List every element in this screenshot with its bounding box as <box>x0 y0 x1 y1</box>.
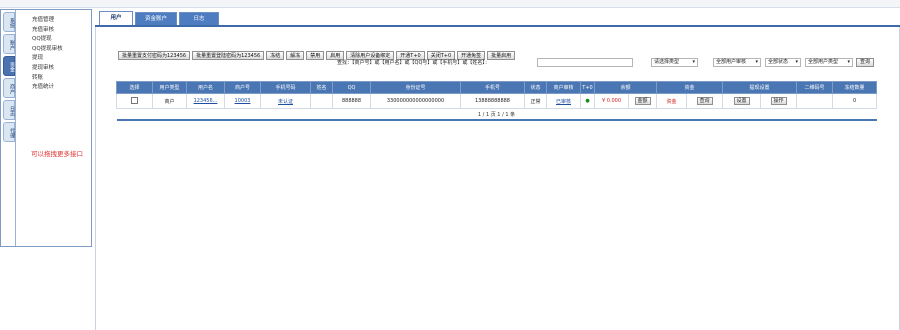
vtab-agent[interactable]: 代理 <box>3 122 15 142</box>
vtab-log[interactable]: 日志 <box>3 100 15 120</box>
status-cell: 正常 <box>524 93 547 109</box>
type-select[interactable]: 请选择类型 ▾ <box>651 58 698 67</box>
balance-button[interactable]: 金额 <box>634 97 651 105</box>
top-strip <box>0 0 900 8</box>
col-header: 提现设置 <box>722 81 798 94</box>
audit-select[interactable]: 全部用户审核 ▾ <box>713 58 761 67</box>
withdraw-operate-cell[interactable]: 操作 <box>760 93 798 109</box>
col-header: 商户号 <box>224 81 261 94</box>
left-menu: 充值管理 充值审核 QQ提现 QQ提现审核 提现 提现审核 转账 充值统计 <box>32 16 63 93</box>
search-label: 查找：【商户号】或【用户名】或【QQ号】或【手机号】或【姓名】： <box>337 60 490 66</box>
audit-link[interactable]: 已审核 <box>556 99 571 105</box>
id-number-cell: 330000000000000000 <box>370 93 461 109</box>
username-link[interactable]: 123456... <box>194 98 218 104</box>
col-header: 冻结数量 <box>832 81 878 94</box>
frozen-count-cell: 0 <box>832 93 878 109</box>
col-header: 用户类型 <box>152 81 187 94</box>
menu-item[interactable]: 充值管理 <box>32 16 63 26</box>
search-input[interactable] <box>537 58 633 67</box>
tab-bar: 用户 资金账户 日志 <box>95 9 900 27</box>
qq-cell: 888888 <box>332 93 371 109</box>
left-separator <box>15 10 16 246</box>
col-header: QQ <box>332 81 371 94</box>
withdraw-setting-cell[interactable]: 设置 <box>722 93 762 109</box>
drag-hint: 可以拖拽更多接口 <box>31 150 83 158</box>
col-header: 身份证号 <box>370 81 461 94</box>
col-header: 手机号 <box>460 81 525 94</box>
funds-action-cell[interactable]: 查询 <box>686 93 724 109</box>
user-type-cell: 商户 <box>152 93 187 109</box>
pager-text: 1 / 1 页 1 / 1 条 <box>116 108 877 121</box>
select-cell[interactable] <box>116 93 153 109</box>
col-header: 商户审核 <box>546 81 581 94</box>
vtab-funds[interactable]: 资金 <box>3 56 15 76</box>
phone-status-cell[interactable]: 未认证 <box>260 93 311 109</box>
col-header: 状态 <box>524 81 547 94</box>
col-header: 余额 <box>593 81 658 94</box>
content-panel: 批量重置支付密码为123456 批量重置登陆密码为123456 冻结 解冻 禁用 启用 清除… <box>95 27 900 330</box>
menu-item[interactable]: 充值审核 <box>32 26 63 36</box>
qrcode-cell <box>796 93 834 109</box>
withdraw-settings-button[interactable]: 设置 <box>733 97 750 105</box>
chevron-down-icon: ▾ <box>692 59 695 65</box>
col-header: 选择 <box>116 81 153 94</box>
col-header: 用户名 <box>186 81 225 94</box>
menu-item[interactable]: 提现审核 <box>32 64 63 74</box>
col-header: 资金 <box>656 81 724 94</box>
col-header: 姓名 <box>310 81 333 94</box>
col-header: 二维码号 <box>796 81 834 94</box>
chevron-down-icon: ▾ <box>847 59 850 65</box>
vtab-account[interactable]: 账户 <box>3 34 15 54</box>
menu-item[interactable]: 提现 <box>32 54 63 64</box>
chevron-down-icon: ▾ <box>755 59 758 65</box>
col-header: 手机号码 <box>260 81 311 94</box>
tab-logs[interactable]: 日志 <box>179 12 219 25</box>
menu-item[interactable]: QQ提现 <box>32 35 63 45</box>
left-panel: 系统 账户 资金 商户 日志 代理 充值管理 充值审核 QQ提现 QQ提现审核 … <box>0 9 92 247</box>
audit-cell[interactable]: 已审核 <box>546 93 581 109</box>
menu-item[interactable]: QQ提现审核 <box>32 45 63 55</box>
search-row: 查找：【商户号】或【用户名】或【QQ号】或【手机号】或【姓名】： 请选择类型 ▾ … <box>95 58 900 68</box>
tab-users[interactable]: 用户 <box>99 11 133 25</box>
users-table: 选择 用户类型 用户名 商户号 手机号码 姓名 QQ 身份证号 手机号 状态 商… <box>116 81 878 121</box>
username-cell[interactable]: 123456... <box>186 93 225 109</box>
balance-action-cell[interactable]: 金额 <box>627 93 658 109</box>
balance-cell: ¥ 0.000 <box>594 93 629 109</box>
withdraw-operate-button[interactable]: 操作 <box>770 97 787 105</box>
pager-row: 1 / 1 页 1 / 1 条 <box>116 108 877 121</box>
table-header-row: 选择 用户类型 用户名 商户号 手机号码 姓名 QQ 身份证号 手机号 状态 商… <box>116 81 878 94</box>
merchant-no-cell[interactable]: 10003 <box>224 93 261 109</box>
t0-status-icon: ● <box>580 93 595 109</box>
col-header: T+0 <box>580 81 595 94</box>
vtab-system[interactable]: 系统 <box>3 12 15 32</box>
user-type-select[interactable]: 全部用户类型 ▾ <box>805 58 853 67</box>
menu-item[interactable]: 充值统计 <box>32 83 63 93</box>
mobile-cell: 13888888888 <box>460 93 525 109</box>
phone-status-link[interactable]: 未认证 <box>278 99 293 105</box>
tab-fund-accounts[interactable]: 资金账户 <box>135 12 177 25</box>
query-button[interactable]: 查询 <box>856 58 875 67</box>
chevron-down-icon: ▾ <box>795 59 798 65</box>
row-checkbox[interactable] <box>131 96 138 104</box>
name-cell <box>310 93 333 109</box>
menu-item[interactable]: 转账 <box>32 74 63 84</box>
funds-cell: 资金 <box>656 93 688 109</box>
vtab-merchant[interactable]: 商户 <box>3 78 15 98</box>
status-select[interactable]: 全部状态 ▾ <box>765 58 801 67</box>
vertical-tabs: 系统 账户 资金 商户 日志 代理 <box>3 12 15 144</box>
merchant-no-link[interactable]: 10003 <box>235 98 251 104</box>
funds-query-button[interactable]: 查询 <box>696 97 713 105</box>
table-row: 商户 123456... 10003 未认证 888888 3300000000… <box>116 93 878 109</box>
